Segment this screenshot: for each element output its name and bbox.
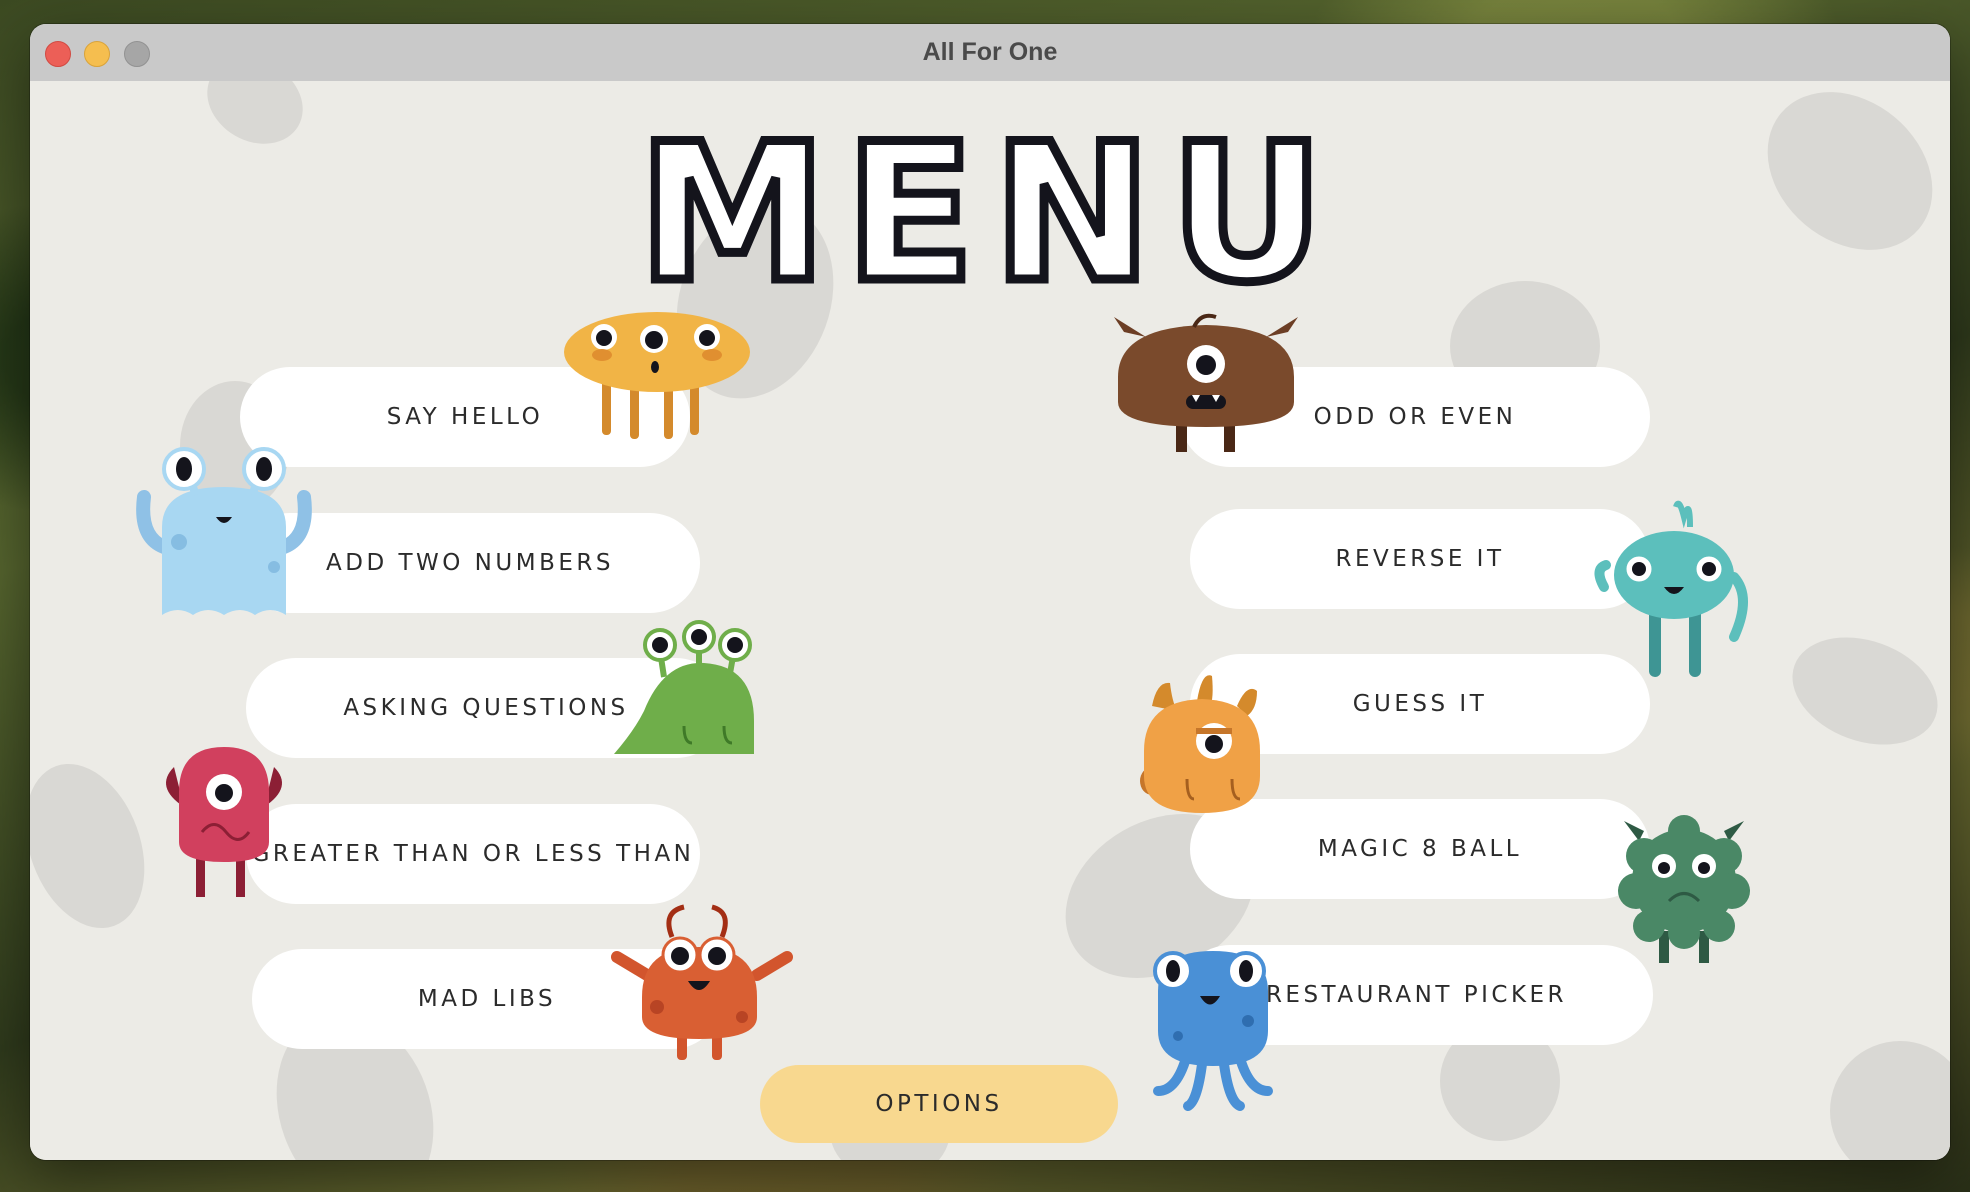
green-fuzzy-monster-icon bbox=[1614, 811, 1754, 971]
button-label: GREATER THAN OR LESS THAN bbox=[251, 841, 695, 867]
button-label: ODD OR EVEN bbox=[1313, 404, 1517, 430]
window-title: All For One bbox=[922, 38, 1058, 66]
greater-than-or-less-than-button[interactable]: GREATER THAN OR LESS THAN bbox=[246, 804, 700, 904]
background-blob bbox=[1777, 618, 1950, 764]
blue-octopus-monster-icon bbox=[1148, 941, 1278, 1116]
background-blob bbox=[30, 747, 166, 945]
button-label: RESTAURANT PICKER bbox=[1265, 982, 1568, 1008]
button-label: ADD TWO NUMBERS bbox=[326, 550, 614, 576]
teal-waving-monster-icon bbox=[1594, 497, 1754, 687]
menu-screen: MENU SAY HELLO ADD TWO NUMBERS ASKING QU… bbox=[30, 81, 1950, 1160]
button-label: GUESS IT bbox=[1352, 691, 1488, 717]
background-blob bbox=[1830, 1041, 1950, 1160]
options-button[interactable]: OPTIONS bbox=[760, 1065, 1118, 1143]
button-label: REVERSE IT bbox=[1335, 546, 1505, 572]
menu-title: MENU bbox=[633, 103, 1343, 324]
brown-one-eyed-monster-icon bbox=[1106, 307, 1306, 457]
reverse-it-button[interactable]: REVERSE IT bbox=[1190, 509, 1650, 609]
blue-ghost-monster-icon bbox=[134, 447, 314, 622]
app-window: All For One MENU SAY HELLO ADD TWO NUMBE… bbox=[30, 24, 1950, 1160]
pink-horned-monster-icon bbox=[154, 737, 294, 907]
green-slime-monster-icon bbox=[604, 620, 764, 761]
button-label: MAD LIBS bbox=[417, 986, 557, 1012]
title-bar[interactable]: All For One bbox=[30, 24, 1950, 82]
orange-horned-monster-icon bbox=[1132, 671, 1272, 821]
button-label: OPTIONS bbox=[875, 1091, 1003, 1117]
yellow-three-eyed-monster-icon bbox=[562, 307, 752, 447]
orange-antenna-monster-icon bbox=[602, 904, 802, 1067]
button-label: SAY HELLO bbox=[386, 404, 544, 430]
button-label: ASKING QUESTIONS bbox=[343, 695, 629, 721]
button-label: MAGIC 8 BALL bbox=[1317, 836, 1523, 862]
